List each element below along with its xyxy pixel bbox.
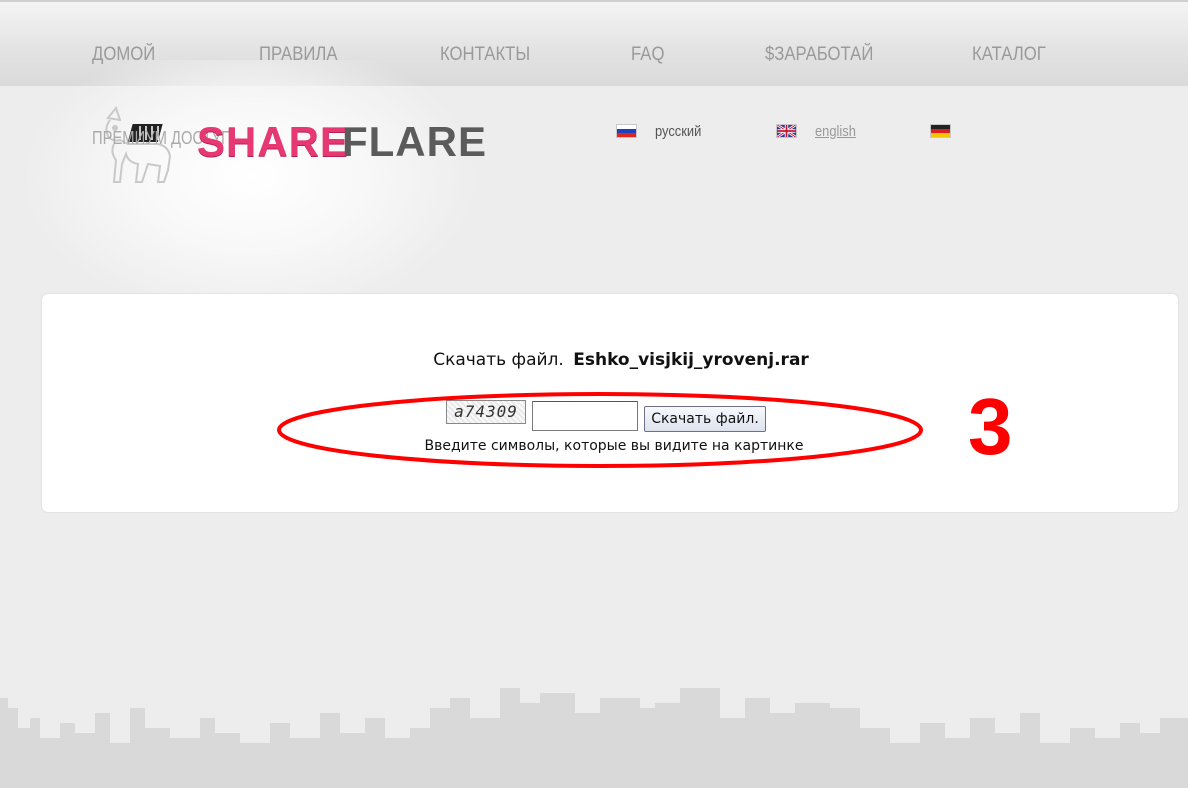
download-title: Скачать файл. Eshko_visjkij_yrovenj.rar [42,350,1178,370]
download-filename: Eshko_visjkij_yrovenj.rar [573,350,809,370]
captcha-image: a74309 [446,400,526,424]
header-glow [20,60,480,320]
language-label: english [815,122,856,140]
download-file-button[interactable]: Скачать файл. [644,406,766,432]
annotation-step-number: 3 [968,382,1013,471]
flag-gb-icon [776,124,797,138]
language-russian[interactable]: русский [616,122,709,140]
language-english[interactable]: english [776,122,863,140]
language-german[interactable] [930,122,951,140]
nav-catalog-link[interactable]: КАТАЛОГ [972,44,1046,66]
city-skyline-decoration [0,688,1188,788]
logo-share-text: SHARE [197,118,350,165]
download-prefix: Скачать файл. [433,350,564,370]
download-panel: Скачать файл. Eshko_visjkij_yrovenj.rar … [42,294,1178,512]
flag-de-icon [930,124,951,138]
language-label: русский [655,122,702,140]
page: ДОМОЙ ПРАВИЛА КОНТАКТЫ FAQ $ЗАРАБОТАЙ КА… [0,0,1188,788]
site-logo[interactable]: ПРЕМИУМ ДОСТУП SHARE FLARE [92,100,486,190]
flag-ru-icon [616,124,637,138]
nav-faq-link[interactable]: FAQ [631,44,664,66]
logo-flare-text: FLARE [342,118,487,165]
captcha-input[interactable] [532,401,638,431]
nav-earn-link[interactable]: $ЗАРАБОТАЙ [765,44,873,66]
